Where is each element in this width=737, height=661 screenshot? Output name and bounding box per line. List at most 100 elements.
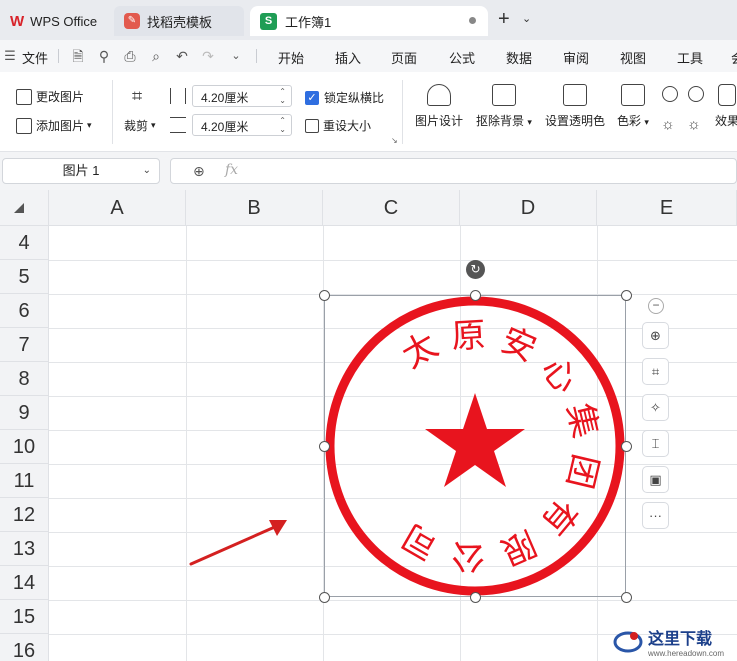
height-value: 4.20厘米 [201,91,249,105]
contrast-decrease-icon[interactable] [688,86,704,102]
resize-handle-ne[interactable] [621,290,632,301]
divider [256,49,257,63]
resize-handle-sw[interactable] [319,592,330,603]
remove-background-icon[interactable]: ▣ [642,466,669,493]
fx-icon[interactable]: fx [225,162,238,178]
row-header[interactable]: 14 [0,566,49,600]
row-header[interactable]: 11 [0,464,49,498]
width-value: 4.20厘米 [201,120,249,134]
rotate-handle-icon[interactable]: ↻ [466,260,485,279]
collapse-toolbar-icon[interactable]: − [648,298,664,314]
column-header-a[interactable]: A [49,190,186,226]
row-header[interactable]: 10 [0,430,49,464]
dialog-launcher-icon[interactable]: ↘ [391,136,398,145]
change-image-button[interactable]: 更改图片 [16,88,84,105]
column-header-b[interactable]: B [186,190,323,226]
menu-home[interactable]: 开始 [278,48,304,67]
row-header[interactable]: 9 [0,396,49,430]
lock-aspect-ratio-checkbox[interactable]: ✓ 锁定纵横比 [305,89,384,106]
hamburger-icon[interactable]: ☰ [2,48,18,64]
effects-button[interactable]: 效果 [712,84,737,129]
crop-icon[interactable]: ⌗ [642,358,669,385]
row-header[interactable]: 4 [0,226,49,260]
menu-view[interactable]: 视图 [620,48,646,67]
column-header-e[interactable]: E [597,190,737,226]
set-transparent-color-button[interactable]: 设置透明色 [544,84,606,129]
tab-wps-office[interactable]: W WPS Office [0,6,108,36]
column-header-c[interactable]: C [323,190,460,226]
effects-label: 效果 [714,114,737,128]
color-button[interactable]: 色彩 ▾ [614,84,652,129]
print-icon[interactable]: ⎙ [122,48,138,64]
row-header[interactable]: 6 [0,294,49,328]
tab-workbook[interactable]: S 工作簿1 [250,6,488,36]
resize-handle-w[interactable] [319,441,330,452]
menu-file[interactable]: 文件 [22,48,48,67]
crop-icon-button[interactable]: ⌗ [132,86,142,107]
title-tab-bar: W WPS Office ✎ 找稻壳模板 S 工作簿1 + ⌄ [0,0,737,40]
formula-input[interactable]: ⊕ fx [170,158,737,184]
resize-handle-e[interactable] [621,441,632,452]
width-input[interactable]: 4.20厘米 ⌃ ⌄ [192,114,292,136]
row-header[interactable]: 12 [0,498,49,532]
redo-icon[interactable]: ↷ [200,48,216,64]
contrast-increase-icon[interactable] [662,86,678,102]
add-image-label: 添加图片 [36,119,85,133]
column-header-d[interactable]: D [460,190,597,226]
resize-handle-n[interactable] [470,290,481,301]
unsaved-dot-icon [469,17,476,24]
set-transparent-color-label: 设置透明色 [544,114,605,128]
width-spinner-icon[interactable]: ⌃ ⌄ [279,116,286,134]
height-input[interactable]: 4.20厘米 ⌃ ⌄ [192,85,292,107]
wps-logo-icon: W [10,12,25,30]
formula-bar: 图片 1 ⌄ ⊕ fx [0,152,737,190]
add-image-button[interactable]: 添加图片 ▾ [16,117,92,134]
name-box-value: 图片 1 [62,163,100,178]
resize-handle-s[interactable] [470,592,481,603]
menu-review[interactable]: 审阅 [563,48,589,67]
brightness-decrease-icon[interactable]: ☼ [687,116,701,133]
resize-handle-se[interactable] [621,592,632,603]
menu-insert[interactable]: 插入 [335,48,361,67]
new-tab-button[interactable]: + [498,8,510,31]
tab-list-dropdown-icon[interactable]: ⌄ [522,12,531,25]
row-header[interactable]: 7 [0,328,49,362]
undo-icon[interactable]: ↶ [174,48,190,64]
reset-size-button[interactable]: 重设大小 [305,117,371,134]
picture-tools-ribbon: 更改图片 添加图片 ▾ ⌗ 裁剪 ▾ 4.20厘米 ⌃ ⌄ 4.20厘米 ⌃ ⌄ ✓… [0,72,737,152]
save-icon[interactable]: 🗎 [70,48,86,64]
image-design-button[interactable]: 图片设计 [414,84,464,129]
name-box[interactable]: 图片 1 ⌄ [2,158,160,184]
share-icon[interactable]: ⚲ [96,48,112,64]
menu-data[interactable]: 数据 [506,48,532,67]
more-options-icon[interactable]: ··· [642,502,669,529]
crop-button[interactable]: 裁剪 ▾ [124,117,156,134]
chevron-down-icon: ⌄ [142,165,151,176]
menu-more[interactable]: 会 [731,48,737,67]
row-header[interactable]: 16 [0,634,49,661]
row-header[interactable]: 15 [0,600,49,634]
magic-wand-icon[interactable]: ✧ [642,394,669,421]
remove-background-button[interactable]: 抠除背景 ▾ [474,84,534,129]
menu-tools[interactable]: 工具 [677,48,703,67]
quick-access-dropdown-icon[interactable]: ⌄ [228,48,244,64]
checkbox-checked-icon: ✓ [305,90,319,105]
menu-page[interactable]: 页面 [391,48,417,67]
crop-icon: ⌗ [132,86,143,106]
menu-formula[interactable]: 公式 [449,48,475,67]
row-header[interactable]: 13 [0,532,49,566]
tab-template[interactable]: ✎ 找稻壳模板 [114,6,244,36]
zoom-icon[interactable]: ⊕ [193,163,205,180]
select-all-corner[interactable] [0,190,49,226]
grid-line [186,226,187,661]
reset-size-label: 重设大小 [323,119,372,133]
height-spinner-icon[interactable]: ⌃ ⌄ [279,87,286,105]
effects-icon [718,84,736,106]
zoom-in-icon[interactable]: ⊕ [642,322,669,349]
brightness-increase-icon[interactable]: ☼ [661,116,675,133]
row-header[interactable]: 8 [0,362,49,396]
resize-handle-nw[interactable] [319,290,330,301]
row-header[interactable]: 5 [0,260,49,294]
extract-text-icon[interactable]: ⌶ [642,430,669,457]
print-preview-icon[interactable]: ⌕ [148,48,164,64]
